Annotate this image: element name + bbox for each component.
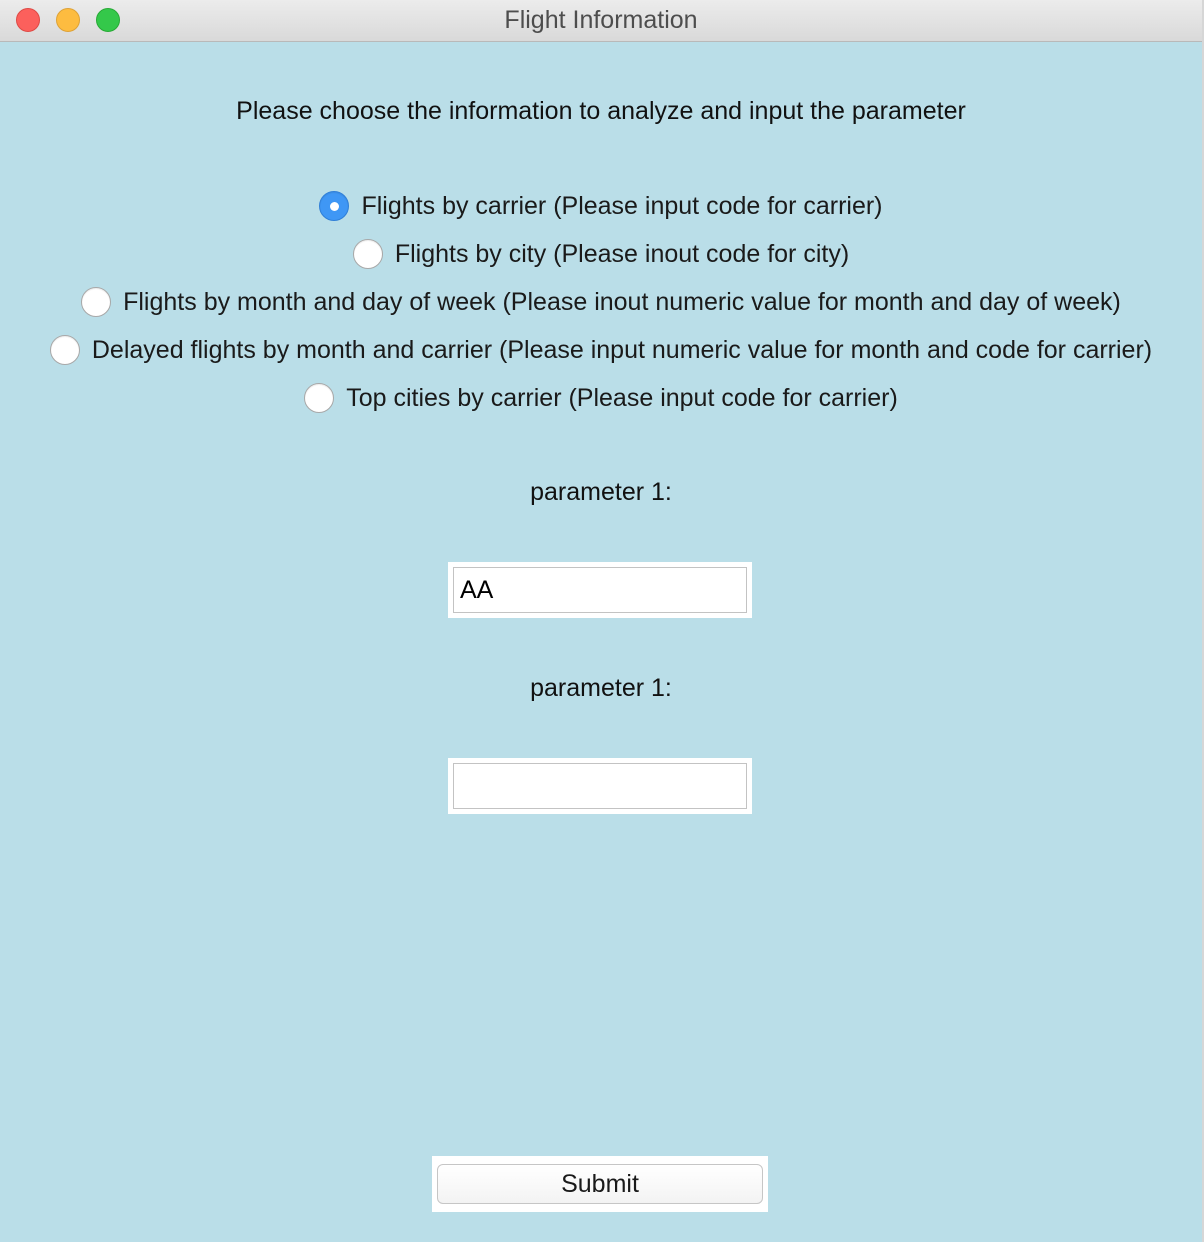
parameter-2-field-frame: [448, 758, 752, 814]
radio-option-flights-by-carrier[interactable]: Flights by carrier (Please input code fo…: [0, 189, 1202, 223]
parameter-2-input[interactable]: [453, 763, 747, 809]
radio-button[interactable]: [81, 287, 112, 317]
radio-button[interactable]: [49, 335, 80, 365]
window-title: Flight Information: [504, 6, 698, 34]
parameter-1-field-frame: [448, 562, 752, 618]
parameter-1-label: parameter 1:: [530, 478, 672, 506]
radio-option-label: Flights by carrier (Please input code fo…: [361, 192, 883, 220]
radio-option-flights-by-city[interactable]: Flights by city (Please inout code for c…: [0, 237, 1202, 271]
instruction-text: Please choose the information to analyze…: [236, 97, 966, 125]
title-bar[interactable]: Flight Information: [0, 0, 1202, 42]
app-window: Flight Information Please choose the inf…: [0, 0, 1204, 1242]
parameter-1-input[interactable]: [453, 567, 747, 613]
radio-button[interactable]: [304, 383, 335, 413]
parameter-2-label: parameter 1:: [530, 674, 672, 702]
main-content: Please choose the information to analyze…: [0, 42, 1202, 1242]
submit-button[interactable]: Submit: [437, 1164, 763, 1204]
radio-option-label: Flights by month and day of week (Please…: [123, 288, 1121, 316]
radio-button[interactable]: [352, 239, 383, 269]
radio-option-label: Delayed flights by month and carrier (Pl…: [91, 336, 1153, 364]
radio-button-selected[interactable]: [319, 191, 350, 221]
radio-option-label: Top cities by carrier (Please input code…: [346, 384, 898, 412]
submit-button-frame: Submit: [432, 1156, 768, 1212]
radio-option-delayed-flights[interactable]: Delayed flights by month and carrier (Pl…: [0, 333, 1202, 367]
radio-option-label: Flights by city (Please inout code for c…: [394, 240, 850, 268]
radio-option-flights-by-month-day[interactable]: Flights by month and day of week (Please…: [0, 285, 1202, 319]
radio-option-top-cities[interactable]: Top cities by carrier (Please input code…: [0, 381, 1202, 415]
